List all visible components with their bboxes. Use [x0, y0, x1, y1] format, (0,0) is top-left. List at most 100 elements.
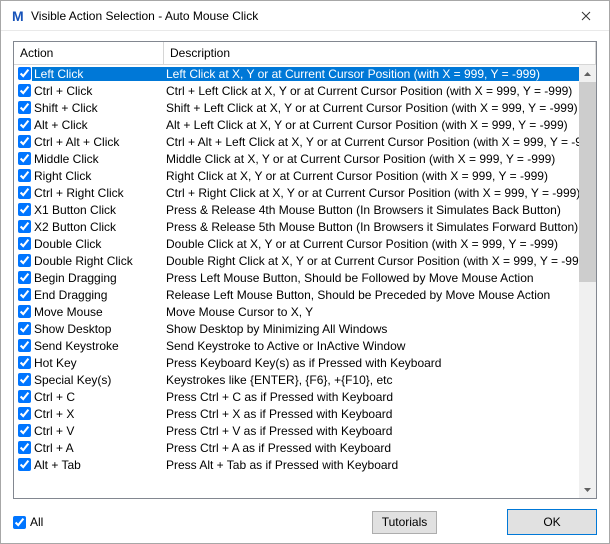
row-action-label: Ctrl + Click [34, 84, 164, 98]
row-checkbox[interactable] [18, 186, 31, 199]
dialog-content: Action Description Left ClickLeft Click … [1, 31, 609, 543]
row-checkbox[interactable] [18, 84, 31, 97]
row-checkbox[interactable] [18, 152, 31, 165]
scrollbar-thumb[interactable] [579, 82, 596, 282]
list-row[interactable]: Double Right ClickDouble Right Click at … [14, 252, 579, 269]
list-row[interactable]: Hot KeyPress Keyboard Key(s) as if Press… [14, 354, 579, 371]
list-row[interactable]: Alt + ClickAlt + Left Click at X, Y or a… [14, 116, 579, 133]
list-row[interactable]: Send KeystrokeSend Keystroke to Active o… [14, 337, 579, 354]
column-header-description[interactable]: Description [164, 42, 596, 64]
all-checkbox-label[interactable]: All [13, 515, 43, 529]
row-checkbox[interactable] [18, 135, 31, 148]
list-row[interactable]: Move MouseMove Mouse Cursor to X, Y [14, 303, 579, 320]
list-row[interactable]: Right ClickRight Click at X, Y or at Cur… [14, 167, 579, 184]
row-description-label: Show Desktop by Minimizing All Windows [164, 322, 579, 336]
list-row[interactable]: X1 Button ClickPress & Release 4th Mouse… [14, 201, 579, 218]
row-checkbox[interactable] [18, 169, 31, 182]
row-checkbox[interactable] [18, 67, 31, 80]
list-row[interactable]: Alt + TabPress Alt + Tab as if Pressed w… [14, 456, 579, 473]
row-description-label: Press Ctrl + C as if Pressed with Keyboa… [164, 390, 579, 404]
row-checkbox[interactable] [18, 237, 31, 250]
row-action-label: Right Click [34, 169, 164, 183]
ok-button[interactable]: OK [507, 509, 597, 535]
list-row[interactable]: Show DesktopShow Desktop by Minimizing A… [14, 320, 579, 337]
row-action-label: Ctrl + X [34, 407, 164, 421]
row-description-label: Release Left Mouse Button, Should be Pre… [164, 288, 579, 302]
list-row[interactable]: Begin DraggingPress Left Mouse Button, S… [14, 269, 579, 286]
row-checkbox[interactable] [18, 356, 31, 369]
all-checkbox[interactable] [13, 516, 26, 529]
list-row[interactable]: Middle ClickMiddle Click at X, Y or at C… [14, 150, 579, 167]
scroll-down-button[interactable] [579, 481, 596, 498]
row-action-label: Ctrl + Right Click [34, 186, 164, 200]
list-row[interactable]: Double ClickDouble Click at X, Y or at C… [14, 235, 579, 252]
row-checkbox[interactable] [18, 373, 31, 386]
close-button[interactable] [563, 1, 609, 31]
row-checkbox-cell [14, 118, 34, 131]
row-checkbox-cell [14, 220, 34, 233]
list-row[interactable]: End DraggingRelease Left Mouse Button, S… [14, 286, 579, 303]
list-row[interactable]: Special Key(s)Keystrokes like {ENTER}, {… [14, 371, 579, 388]
row-checkbox-cell [14, 288, 34, 301]
row-checkbox-cell [14, 203, 34, 216]
row-action-label: Begin Dragging [34, 271, 164, 285]
list-row[interactable]: X2 Button ClickPress & Release 5th Mouse… [14, 218, 579, 235]
row-description-label: Press Alt + Tab as if Pressed with Keybo… [164, 458, 579, 472]
row-checkbox[interactable] [18, 441, 31, 454]
list-body-wrap: Left ClickLeft Click at X, Y or at Curre… [14, 65, 596, 498]
row-action-label: Ctrl + A [34, 441, 164, 455]
tutorials-button[interactable]: Tutorials [372, 511, 437, 534]
list-row[interactable]: Ctrl + ClickCtrl + Left Click at X, Y or… [14, 82, 579, 99]
row-checkbox[interactable] [18, 424, 31, 437]
row-checkbox[interactable] [18, 390, 31, 403]
row-checkbox-cell [14, 322, 34, 335]
scrollbar-track[interactable] [579, 82, 596, 481]
row-checkbox[interactable] [18, 288, 31, 301]
row-description-label: Right Click at X, Y or at Current Cursor… [164, 169, 579, 183]
row-description-label: Ctrl + Alt + Left Click at X, Y or at Cu… [164, 135, 579, 149]
row-checkbox-cell [14, 101, 34, 114]
row-checkbox[interactable] [18, 339, 31, 352]
row-description-label: Double Click at X, Y or at Current Curso… [164, 237, 579, 251]
list-row[interactable]: Ctrl + CPress Ctrl + C as if Pressed wit… [14, 388, 579, 405]
row-action-label: Alt + Click [34, 118, 164, 132]
row-checkbox[interactable] [18, 203, 31, 216]
row-description-label: Press Ctrl + X as if Pressed with Keyboa… [164, 407, 579, 421]
row-checkbox[interactable] [18, 220, 31, 233]
row-action-label: Ctrl + V [34, 424, 164, 438]
row-checkbox[interactable] [18, 458, 31, 471]
row-checkbox[interactable] [18, 305, 31, 318]
list-row[interactable]: Left ClickLeft Click at X, Y or at Curre… [14, 65, 579, 82]
row-action-label: X1 Button Click [34, 203, 164, 217]
row-description-label: Move Mouse Cursor to X, Y [164, 305, 579, 319]
row-description-label: Press Ctrl + A as if Pressed with Keyboa… [164, 441, 579, 455]
list-row[interactable]: Ctrl + Alt + ClickCtrl + Alt + Left Clic… [14, 133, 579, 150]
list-row[interactable]: Ctrl + APress Ctrl + A as if Pressed wit… [14, 439, 579, 456]
row-checkbox[interactable] [18, 271, 31, 284]
row-description-label: Press Ctrl + V as if Pressed with Keyboa… [164, 424, 579, 438]
list-row[interactable]: Ctrl + XPress Ctrl + X as if Pressed wit… [14, 405, 579, 422]
scrollbar-vertical[interactable] [579, 65, 596, 498]
row-checkbox[interactable] [18, 407, 31, 420]
list-row[interactable]: Ctrl + VPress Ctrl + V as if Pressed wit… [14, 422, 579, 439]
dialog-footer: All Tutorials OK [13, 509, 597, 535]
row-checkbox[interactable] [18, 254, 31, 267]
row-checkbox[interactable] [18, 101, 31, 114]
row-action-label: End Dragging [34, 288, 164, 302]
row-checkbox-cell [14, 458, 34, 471]
list-row[interactable]: Ctrl + Right ClickCtrl + Right Click at … [14, 184, 579, 201]
row-checkbox-cell [14, 424, 34, 437]
column-header-action[interactable]: Action [14, 42, 164, 64]
row-action-label: Show Desktop [34, 322, 164, 336]
row-checkbox-cell [14, 152, 34, 165]
row-description-label: Middle Click at X, Y or at Current Curso… [164, 152, 579, 166]
row-checkbox[interactable] [18, 322, 31, 335]
row-action-label: Special Key(s) [34, 373, 164, 387]
list-row[interactable]: Shift + ClickShift + Left Click at X, Y … [14, 99, 579, 116]
row-action-label: Middle Click [34, 152, 164, 166]
row-checkbox[interactable] [18, 118, 31, 131]
scroll-up-button[interactable] [579, 65, 596, 82]
row-description-label: Press & Release 5th Mouse Button (In Bro… [164, 220, 579, 234]
row-description-label: Ctrl + Right Click at X, Y or at Current… [164, 186, 579, 200]
row-checkbox-cell [14, 254, 34, 267]
